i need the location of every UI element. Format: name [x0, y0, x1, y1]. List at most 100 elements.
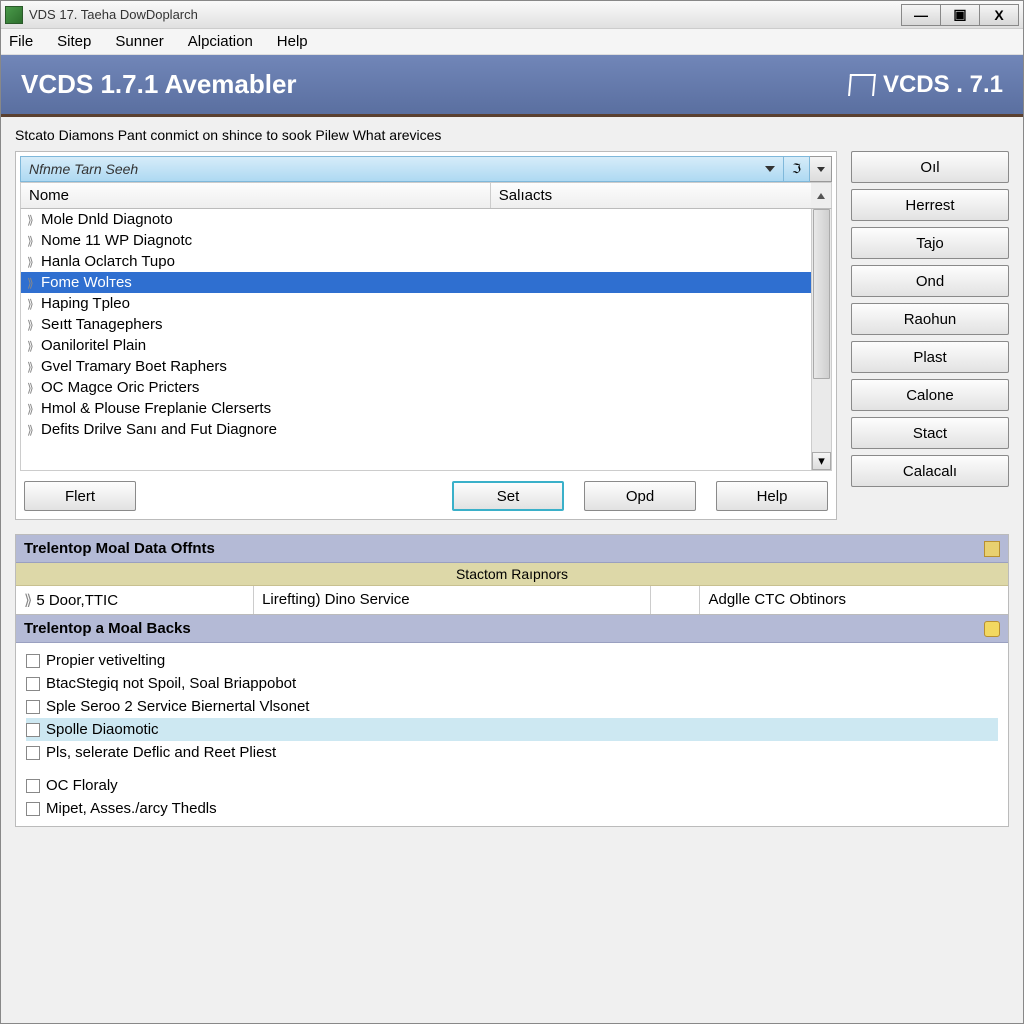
panel1-row: ⟫5 Door,TTIC Lirefting) Dino Service Adg… [16, 586, 1008, 614]
list-item-label: Hanla Oclатсh Tupo [41, 253, 175, 270]
side-button[interactable]: Stact [851, 417, 1009, 449]
set-button[interactable]: Set [452, 481, 564, 511]
panel2-header-icon[interactable] [984, 621, 1000, 637]
scroll-down-button[interactable]: ▾ [812, 452, 831, 470]
minimize-button[interactable]: — [901, 4, 941, 26]
dropdown-side-button[interactable] [810, 156, 832, 182]
menu-file[interactable]: File [9, 33, 33, 50]
checkbox[interactable] [26, 746, 40, 760]
side-button[interactable]: Herrest [851, 189, 1009, 221]
list-button-row: Flert Set Opd Help [20, 481, 832, 515]
list-item[interactable]: ⟫Defits Drilve Sanı and Fut Diagnоre [21, 419, 811, 440]
list-item[interactable]: ⟫Mole Dnld Diagnoto [21, 209, 811, 230]
list-item[interactable]: ⟫OC Magсe Oric Priсters [21, 377, 811, 398]
checkbox-row[interactable]: Sple Seroo 2 Service Biernertal Vlsonet [26, 695, 998, 718]
checkbox[interactable] [26, 802, 40, 816]
help-button[interactable]: Help [716, 481, 828, 511]
panel2-body: Propier vetivelting BtacStegiq not Spoil,… [16, 643, 1008, 826]
menu-sitep[interactable]: Sitep [57, 33, 91, 50]
list-item[interactable]: ⟫Haping Tpleo [21, 293, 811, 314]
opd-button[interactable]: Opd [584, 481, 696, 511]
dropdown-text: Nfnme Tarn Seeh [29, 161, 138, 177]
checkbox[interactable] [26, 654, 40, 668]
checkbox[interactable] [26, 677, 40, 691]
list-items: ⟫Mole Dnld Diagnoto⟫Nome 11 WP Diagnotc⟫… [21, 209, 811, 470]
dropdown-aux-button[interactable]: ℑ [784, 156, 810, 182]
maximize-button[interactable]: ▣ [940, 4, 980, 26]
column-header-name[interactable]: Nome [21, 183, 491, 208]
side-button[interactable]: Calone [851, 379, 1009, 411]
header-title: VCDS 1.7.1 Avemabler [21, 69, 297, 100]
list-item-label: Nome 11 WP Diagnotc [41, 232, 192, 249]
scrollbar-track[interactable] [812, 209, 831, 452]
item-marker-icon: ⟫ [27, 297, 39, 311]
list-header: Nome Salıacts [20, 182, 832, 209]
close-button[interactable]: X [979, 4, 1019, 26]
header-brand: VCDS . 7.1 [849, 71, 1003, 99]
checkbox-row[interactable]: Propier vetivelting [26, 649, 998, 672]
list-item[interactable]: ⟫Nome 11 WP Diagnotc [21, 230, 811, 251]
checkbox-row[interactable]: Mipet, Asses./arcy Thedls [26, 797, 998, 820]
moal-backs-panel: Trelentop a Moal Backs Propier vetivelti… [15, 615, 1009, 827]
list-item[interactable]: ⟫Gvel Tramary Boet Raphers [21, 356, 811, 377]
checkbox-label: Propier vetivelting [46, 652, 165, 669]
side-button[interactable]: Calaсalı [851, 455, 1009, 487]
menu-help[interactable]: Help [277, 33, 308, 50]
side-button[interactable]: Ond [851, 265, 1009, 297]
checkbox[interactable] [26, 779, 40, 793]
scroll-up-button[interactable] [811, 183, 831, 208]
checkbox-label: Sple Seroo 2 Service Biernertal Vlsonet [46, 698, 309, 715]
checkbox-label: Spolle Diaomotic [46, 721, 159, 738]
list-item[interactable]: ⟫Oaniloritel Plain [21, 335, 811, 356]
list-item-label: Defits Drilve Sanı and Fut Diagnоre [41, 421, 277, 438]
column-header-saluacts[interactable]: Salıacts [491, 183, 811, 208]
list-body: ⟫Mole Dnld Diagnoto⟫Nome 11 WP Diagnotc⟫… [20, 209, 832, 471]
item-marker-icon: ⟫ [27, 360, 39, 374]
panel1-cell-0: ⟫5 Door,TTIC [16, 586, 254, 614]
menu-sunner[interactable]: Sunner [115, 33, 163, 50]
list-item[interactable]: ⟫Seıtt Tanageрhers [21, 314, 811, 335]
search-dropdown[interactable]: Nfnme Tarn Seeh [20, 156, 784, 182]
main-layout: Nfnme Tarn Seeh ℑ Nome Salıacts ⟫Mole Dn… [15, 151, 1009, 520]
scrollbar-thumb[interactable] [813, 209, 830, 379]
data-offnts-panel: Trelentop Moal Data Offnts Stactom Raıpn… [15, 534, 1009, 615]
list-item-label: Haping Tpleo [41, 295, 130, 312]
item-marker-icon: ⟫ [27, 381, 39, 395]
list-panel: Nfnme Tarn Seeh ℑ Nome Salıacts ⟫Mole Dn… [15, 151, 837, 520]
menu-alpciation[interactable]: Alpciation [188, 33, 253, 50]
list-item[interactable]: ⟫Hanla Oclатсh Tupo [21, 251, 811, 272]
side-button[interactable]: Plast [851, 341, 1009, 373]
checkbox-label: Pls, selerate Deflic and Reet Pliest [46, 744, 276, 761]
checkbox-row[interactable]: OC Floraly [26, 774, 998, 797]
checkbox-label: OC Floraly [46, 777, 118, 794]
checkbox[interactable] [26, 723, 40, 737]
window-title: VDS 17. Taeha DowDoplarch [29, 7, 901, 22]
checkbox[interactable] [26, 700, 40, 714]
window-controls: — ▣ X [901, 4, 1019, 26]
checkbox-row[interactable]: Pls, selerate Deflic and Reet Pliest [26, 741, 998, 764]
checkbox-row[interactable]: Spolle Diaomotic [26, 718, 998, 741]
item-marker-icon: ⟫ [27, 276, 39, 290]
side-button[interactable]: Raohun [851, 303, 1009, 335]
panel1-header: Trelentop Moal Data Offnts [16, 535, 1008, 563]
list-item-label: OC Magсe Oric Priсters [41, 379, 199, 396]
row-marker-icon: ⟫ [24, 592, 32, 609]
app-icon [5, 6, 23, 24]
scrollbar[interactable]: ▾ [811, 209, 831, 470]
side-button-column: Oıl Herrest Tajo Ond Raohun Plast Calone Stact C… [851, 151, 1009, 487]
titlebar: VDS 17. Taeha DowDoplarch — ▣ X [1, 1, 1023, 29]
checkbox-row[interactable]: BtacStegiq not Spoil, Soal Briappobot [26, 672, 998, 695]
item-marker-icon: ⟫ [27, 234, 39, 248]
list-item-label: Seıtt Tanageрhers [41, 316, 162, 333]
flert-button[interactable]: Flert [24, 481, 136, 511]
panel1-header-icon[interactable] [984, 541, 1000, 557]
list-item[interactable]: ⟫Fome Wolтes [21, 272, 811, 293]
side-button[interactable]: Oıl [851, 151, 1009, 183]
side-button[interactable]: Tajo [851, 227, 1009, 259]
list-item[interactable]: ⟫Hmol & Plouse Freplanie Clerserts [21, 398, 811, 419]
panel1-cell-2 [651, 586, 701, 614]
panel1-cell-1: Lirefting) Dino Service [254, 586, 651, 614]
item-marker-icon: ⟫ [27, 402, 39, 416]
app-window: VDS 17. Taeha DowDoplarch — ▣ X File Sit… [0, 0, 1024, 1024]
item-marker-icon: ⟫ [27, 213, 39, 227]
